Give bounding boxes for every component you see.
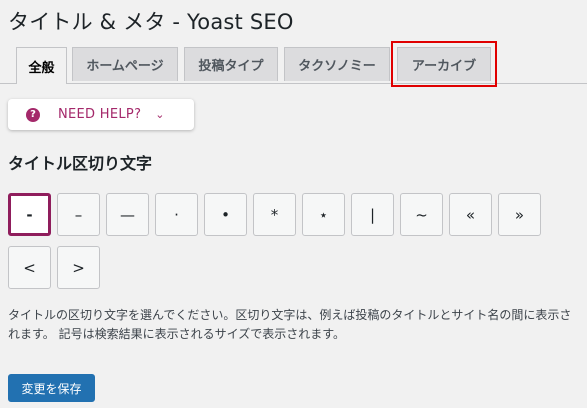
separator-option-middot[interactable]: · xyxy=(155,193,198,236)
chevron-down-icon: ⌄ xyxy=(155,108,165,121)
tab-homepage[interactable]: ホームページ xyxy=(72,47,178,81)
separator-option-less-than[interactable]: < xyxy=(8,246,51,289)
tab-general[interactable]: 全般 xyxy=(16,47,67,84)
question-icon: ? xyxy=(26,107,40,122)
separator-option-bullet[interactable]: • xyxy=(204,193,247,236)
separator-option-pipe[interactable]: | xyxy=(351,193,394,236)
separator-option-tilde[interactable]: ~ xyxy=(400,193,443,236)
separator-section-title: タイトル区切り文字 xyxy=(8,154,153,173)
tab-bar: 全般 ホームページ 投稿タイプ タクソノミー アーカイブ xyxy=(0,41,587,87)
separator-option-laquo[interactable]: « xyxy=(449,193,492,236)
separator-option-dash[interactable]: - xyxy=(8,193,51,236)
separator-option-em-dash[interactable]: — xyxy=(106,193,149,236)
tab-archives[interactable]: アーカイブ xyxy=(391,41,497,87)
page-title: タイトル & メタ - Yoast SEO xyxy=(8,10,294,34)
save-changes-button[interactable]: 変更を保存 xyxy=(8,374,95,402)
tab-taxonomies[interactable]: タクソノミー xyxy=(284,47,390,81)
need-help-label: NEED HELP? xyxy=(58,107,142,122)
separator-option-asterisk[interactable]: * xyxy=(253,193,296,236)
separator-option-raquo[interactable]: » xyxy=(498,193,541,236)
separator-option-en-dash[interactable]: – xyxy=(57,193,100,236)
need-help-button[interactable]: ? NEED HELP? ⌄ xyxy=(8,99,194,130)
tab-post-types[interactable]: 投稿タイプ xyxy=(184,47,278,81)
separator-option-greater-than[interactable]: > xyxy=(57,246,100,289)
separator-option-low-asterisk[interactable]: ⋆ xyxy=(302,193,345,236)
separator-description: タイトルの区切り文字を選んでください。区切り文字は、例えば投稿のタイトルとサイト… xyxy=(8,308,572,341)
